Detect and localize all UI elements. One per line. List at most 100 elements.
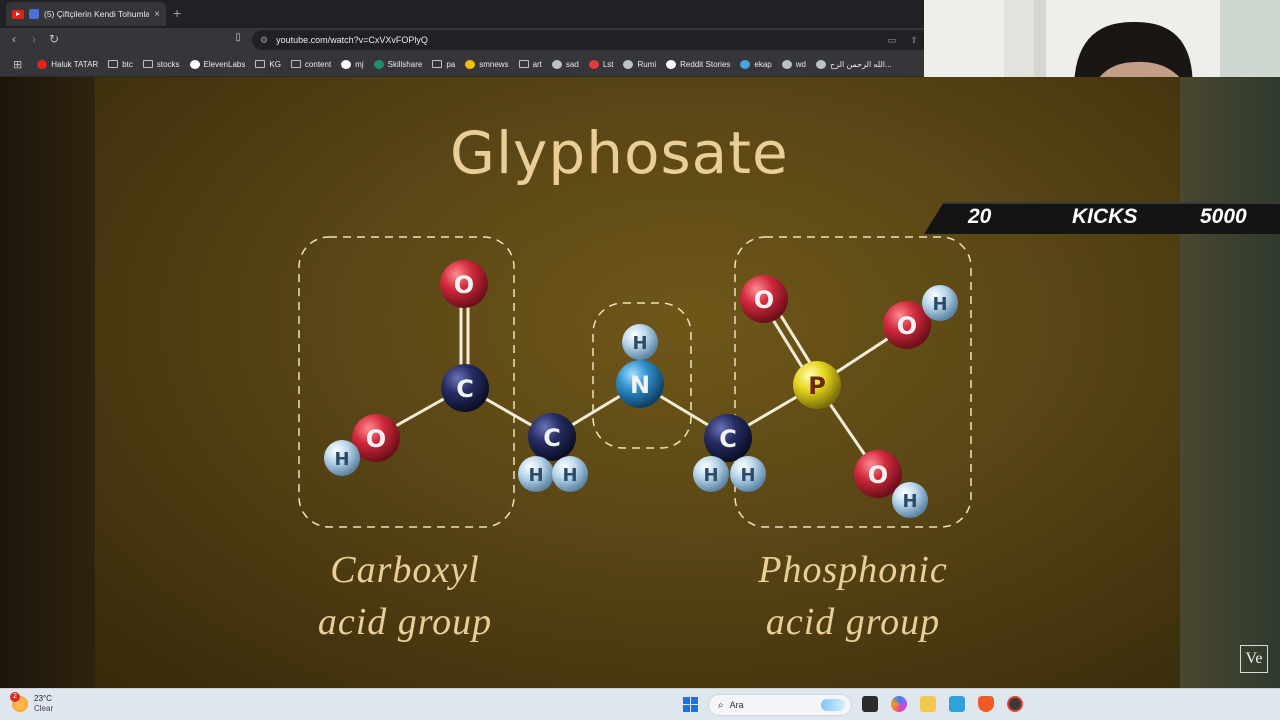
kicks-left-value: 20 bbox=[968, 205, 992, 228]
lst-icon bbox=[588, 59, 599, 69]
carboxyl-double-oxygen-atom-symbol: O bbox=[454, 271, 474, 299]
carboxyl-hydrogen-atom-symbol: H bbox=[334, 449, 349, 470]
phosphonic-hydrogen-atom-1-symbol: H bbox=[932, 294, 947, 315]
phosphonic-label-line2: acid group bbox=[765, 601, 941, 643]
bookmark-item[interactable]: KG bbox=[250, 55, 286, 73]
bookmark-item[interactable]: stocks bbox=[138, 55, 185, 73]
bookmark-label: Skillshare bbox=[387, 59, 423, 69]
bookmark-label: content bbox=[304, 59, 332, 69]
task-view-icon[interactable] bbox=[862, 696, 878, 712]
bookmark-item[interactable]: smnews bbox=[460, 55, 513, 73]
bookmark-label: KG bbox=[269, 59, 281, 69]
bookmark-item[interactable]: Skillshare bbox=[369, 55, 428, 73]
alpha-hydrogen-atom-1: H bbox=[518, 456, 554, 492]
address-bar[interactable]: ⚙ youtube.com/watch?v=CxVXvFOPlyQ ▭ ⇪ bbox=[252, 30, 924, 50]
bookmark-label: الله الرحمن الرح... bbox=[830, 59, 892, 69]
carboxyl-label-line2: acid group bbox=[317, 601, 493, 643]
carboxyl-label: Carboxyl acid group bbox=[300, 544, 510, 648]
bookmark-label: Haluk TATAR bbox=[51, 59, 99, 69]
amine-hydrogen-atom: H bbox=[622, 324, 658, 360]
install-app-icon[interactable]: ▭ bbox=[887, 35, 896, 46]
bookmark-label: sad bbox=[565, 59, 579, 69]
tab-close-icon[interactable]: × bbox=[154, 9, 160, 20]
taskbar-search-box[interactable]: ⌕ Ara bbox=[708, 694, 852, 716]
glyphosate-molecule-diagram: OCOHCH HHNCH HPOOHOH bbox=[298, 236, 972, 528]
bookmark-item[interactable]: Reddit Stories bbox=[661, 55, 735, 73]
bookmark-item[interactable]: wd bbox=[777, 55, 811, 73]
windows-taskbar: 2 23°C Clear ⌕ Ara bbox=[0, 688, 1280, 720]
reload-icon[interactable]: ↻ bbox=[46, 32, 62, 46]
bookmark-item[interactable]: content bbox=[286, 55, 336, 73]
methylene-hydrogen-atom-1: H bbox=[693, 456, 729, 492]
bookmark-label: smnews bbox=[479, 59, 509, 69]
bookmark-label: pa bbox=[446, 59, 456, 69]
phosphonic-hydroxyl-oxygen-atom-2-symbol: O bbox=[868, 461, 888, 489]
weather-widget[interactable]: 2 23°C Clear bbox=[10, 692, 53, 714]
folder-icon bbox=[518, 60, 529, 68]
alpha-hydrogen-atom-2-symbol: H bbox=[562, 465, 577, 486]
bookmark-item[interactable]: art bbox=[514, 55, 547, 73]
phosphonic-label: Phosphonic acid group bbox=[735, 544, 971, 648]
chrome-browser-icon[interactable] bbox=[1007, 696, 1023, 712]
search-highlight-icon bbox=[821, 699, 845, 711]
video-player[interactable]: Glyphosate O C O H C H H H N C H H P O O… bbox=[0, 77, 1280, 688]
bookmark-label: Reddit Stories bbox=[680, 59, 731, 69]
bookmark-item[interactable]: pa bbox=[427, 55, 460, 73]
methylene-carbon-atom-symbol: C bbox=[719, 425, 737, 453]
new-tab-button[interactable]: + bbox=[173, 5, 181, 21]
phosphoryl-oxygen-atom: O bbox=[740, 275, 788, 323]
start-button-icon[interactable] bbox=[683, 697, 698, 712]
skillshare-icon bbox=[373, 59, 384, 69]
bookmark-item[interactable]: mj bbox=[336, 55, 368, 73]
phosphoryl-oxygen-atom-symbol: O bbox=[754, 286, 774, 314]
bookmark-item[interactable]: Lst bbox=[584, 55, 619, 73]
bookmark-item[interactable]: Rumi bbox=[618, 55, 661, 73]
apps-grid-icon[interactable]: ⊞ bbox=[8, 55, 32, 73]
methylene-hydrogen-atom-2: H bbox=[730, 456, 766, 492]
forward-icon[interactable]: › bbox=[26, 32, 42, 46]
folder-icon bbox=[255, 60, 266, 68]
copilot-icon[interactable] bbox=[891, 696, 907, 712]
bookmark-item[interactable]: sad bbox=[547, 55, 584, 73]
back-icon[interactable]: ‹ bbox=[6, 32, 22, 46]
carboxyl-carbon-atom-symbol: C bbox=[456, 375, 474, 403]
bookmark-label: ekap bbox=[754, 59, 772, 69]
folder-icon bbox=[108, 60, 119, 68]
site-info-icon[interactable]: ⚙ bbox=[260, 35, 268, 46]
bookmark-label: Rumi bbox=[637, 59, 657, 69]
bookmark-item[interactable]: btc bbox=[103, 55, 138, 73]
brave-browser-icon[interactable] bbox=[978, 696, 994, 712]
snipping-tool-icon[interactable] bbox=[949, 696, 965, 712]
nitrogen-atom-symbol: N bbox=[630, 371, 650, 399]
bookmark-item[interactable]: ekap bbox=[735, 55, 776, 73]
bookmark-label: ElevenLabs bbox=[203, 59, 246, 69]
tab-strip: (5) Çiftçilerin Kendi Tohumları × + bbox=[0, 0, 924, 28]
browser-toolbar: ‹ › ↻ ▯ ⚙ youtube.com/watch?v=CxVXvFOPly… bbox=[0, 28, 924, 52]
smnews-icon bbox=[465, 59, 476, 69]
folder-icon bbox=[432, 60, 443, 68]
share-icon[interactable]: ⇪ bbox=[910, 35, 918, 46]
url-text: youtube.com/watch?v=CxVXvFOPlyQ bbox=[276, 35, 428, 45]
alpha-carbon-atom-symbol: C bbox=[543, 424, 561, 452]
channel-watermark-logo[interactable]: Ve bbox=[1240, 645, 1268, 673]
carboxyl-label-line1: Carboxyl bbox=[330, 549, 480, 591]
methylene-hydrogen-atom-2-symbol: H bbox=[740, 465, 755, 486]
file-explorer-icon[interactable] bbox=[920, 696, 936, 712]
bookmark-item[interactable]: الله الرحمن الرح... bbox=[811, 55, 897, 73]
kicks-label: KICKS bbox=[1072, 205, 1138, 228]
methylene-carbon-atom: C bbox=[704, 414, 752, 462]
carboxyl-hydroxyl-oxygen-atom-symbol: O bbox=[366, 425, 386, 453]
carboxyl-carbon-atom: C bbox=[441, 364, 489, 412]
phosphonic-hydroxyl-oxygen-atom-1-symbol: O bbox=[897, 312, 917, 340]
phosphonic-hydrogen-atom-2: H bbox=[892, 482, 928, 518]
tab-audio-badge-icon bbox=[29, 9, 39, 19]
ekap-icon bbox=[740, 59, 751, 69]
bookmark-star-icon[interactable]: ▯ bbox=[230, 32, 246, 43]
phosphonic-label-line1: Phosphonic bbox=[758, 549, 948, 591]
reddit-d-icon bbox=[666, 59, 677, 69]
bookmark-item[interactable]: ElevenLabs bbox=[185, 55, 251, 73]
github-icon bbox=[341, 59, 352, 69]
tab-youtube[interactable]: (5) Çiftçilerin Kendi Tohumları × bbox=[6, 2, 166, 26]
bookmark-label: btc bbox=[122, 59, 133, 69]
bookmark-item[interactable]: Haluk TATAR bbox=[32, 55, 103, 73]
